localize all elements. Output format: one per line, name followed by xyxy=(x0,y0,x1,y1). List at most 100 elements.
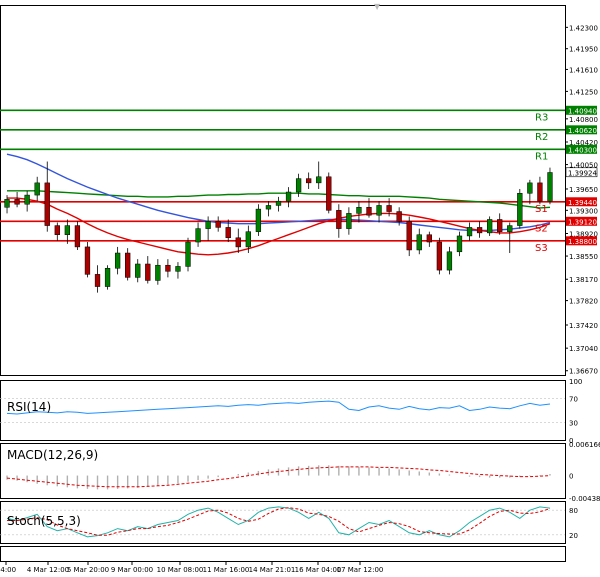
price-tick-label: 1.39300 xyxy=(569,207,598,215)
candle-body xyxy=(215,221,221,228)
time-tick-label: 14 Mar 21:01 xyxy=(249,566,296,574)
price-tick-label: 1.41610 xyxy=(569,66,598,74)
candle xyxy=(104,265,111,290)
time-tick-label: 16 Mar 04:00 xyxy=(295,566,342,574)
level-name-s3: S3 xyxy=(535,243,548,254)
price-tick-label: 1.37820 xyxy=(569,298,598,306)
candle-body xyxy=(14,199,20,205)
level-badge-label: 1.39440 xyxy=(568,199,597,207)
level-badge-label: 1.40300 xyxy=(568,146,597,154)
candle-body xyxy=(476,227,483,234)
candle-body xyxy=(456,235,463,253)
candle-body xyxy=(225,227,231,239)
chart-root: ▼ 1.42300 1.41950 1.41610 1.41250 1.40800 1.4… xyxy=(0,0,600,577)
candle-body xyxy=(24,194,30,205)
candle-body xyxy=(356,207,362,214)
rsi-tick-label: 100 xyxy=(569,378,582,386)
macd-label: MACD(12,26,9) xyxy=(7,448,98,462)
candle-body xyxy=(486,219,493,234)
macd-tick-label: 0.006166 xyxy=(569,441,600,449)
stoch-tick-label: 80 xyxy=(569,507,578,515)
trading-chart: ▼ 1.423001.419501.416101.412501.408001.4… xyxy=(0,2,600,574)
candle-body xyxy=(386,205,392,212)
candle-body xyxy=(235,237,241,248)
candle-body xyxy=(205,221,211,229)
candle-body xyxy=(547,172,553,202)
time-tick-label: 04:00 xyxy=(0,566,16,574)
price-tick-label: 1.37420 xyxy=(569,322,598,330)
candle-body xyxy=(54,225,60,235)
candle-body xyxy=(366,207,372,216)
time-tick-label: 5 Mar 20:00 xyxy=(67,566,109,574)
candle-body xyxy=(195,228,201,243)
price-tick-label: 1.39650 xyxy=(569,186,598,194)
candle-body xyxy=(165,264,171,272)
level-name-r1: R1 xyxy=(535,151,548,162)
candle-body xyxy=(275,200,282,206)
candle-body xyxy=(306,178,312,184)
candle-body xyxy=(265,205,272,210)
candle-body xyxy=(336,210,342,229)
candle-body xyxy=(376,205,382,216)
candle xyxy=(436,237,443,275)
rsi-label: RSI(14) xyxy=(7,400,51,414)
macd-tick-label: -0.004384 xyxy=(569,495,600,503)
candle-body xyxy=(145,263,151,281)
candle xyxy=(547,167,553,205)
price-tick-label: 1.40800 xyxy=(569,116,598,124)
candle xyxy=(326,172,332,214)
level-name-r2: R2 xyxy=(535,132,548,143)
candle-body xyxy=(537,182,543,202)
time-tick-label: 9 Mar 00:00 xyxy=(111,566,153,574)
candle xyxy=(74,221,81,250)
candle-body xyxy=(346,213,352,229)
candle xyxy=(84,242,91,278)
price-tick-label: 1.41250 xyxy=(569,88,598,96)
candle-body xyxy=(104,268,111,287)
candle xyxy=(125,248,131,281)
candle xyxy=(486,216,493,236)
candle-body xyxy=(316,176,322,184)
price-tick-label: 1.41950 xyxy=(569,46,598,54)
level-badge-label: 1.40620 xyxy=(568,127,597,135)
candle-body xyxy=(84,246,91,275)
price-tick-label: 1.37040 xyxy=(569,345,598,353)
stoch-tick-label: 20 xyxy=(569,532,578,540)
candle-body xyxy=(416,234,422,251)
rsi-tick-label: 30 xyxy=(569,419,578,427)
current-price-label: 1.39924 xyxy=(568,169,597,177)
price-panel-frame xyxy=(0,5,566,376)
level-badge-label: 1.39120 xyxy=(568,218,597,226)
price-tick-label: 1.38550 xyxy=(569,253,598,261)
macd-tick-label: 0 xyxy=(569,473,573,481)
candle-body xyxy=(175,266,181,272)
candle-body xyxy=(285,191,292,202)
candle-body xyxy=(185,241,191,267)
candle-body xyxy=(527,182,533,194)
time-tick-label: 4 Mar 12:00 xyxy=(27,566,69,574)
candle-body xyxy=(466,227,473,237)
rsi-panel-frame xyxy=(0,380,566,441)
level-name-s2: S2 xyxy=(535,223,548,234)
stoch-label: Stoch(5,5,3) xyxy=(7,514,81,528)
top-right-marker-icon: ▼ xyxy=(374,2,381,11)
candle-body xyxy=(446,251,453,271)
level-badge-label: 1.38800 xyxy=(568,238,597,246)
candle-body xyxy=(125,252,131,278)
candle-body xyxy=(44,182,50,226)
candle-body xyxy=(326,176,332,211)
time-tick-label: 10 Mar 08:00 xyxy=(157,566,204,574)
candle-body xyxy=(34,182,40,196)
candle-body xyxy=(497,219,503,232)
candle-body xyxy=(94,274,101,287)
candle-body xyxy=(295,178,302,193)
bottom-panel-frame xyxy=(0,546,566,562)
time-tick-label: 11 Mar 16:00 xyxy=(203,566,250,574)
candle-body xyxy=(245,231,251,248)
level-name-r3: R3 xyxy=(535,112,548,123)
candle-body xyxy=(74,225,81,248)
level-badge-label: 1.40940 xyxy=(568,107,597,115)
candle-body xyxy=(114,252,121,269)
candle-body xyxy=(406,221,412,251)
candle-body xyxy=(507,225,513,232)
